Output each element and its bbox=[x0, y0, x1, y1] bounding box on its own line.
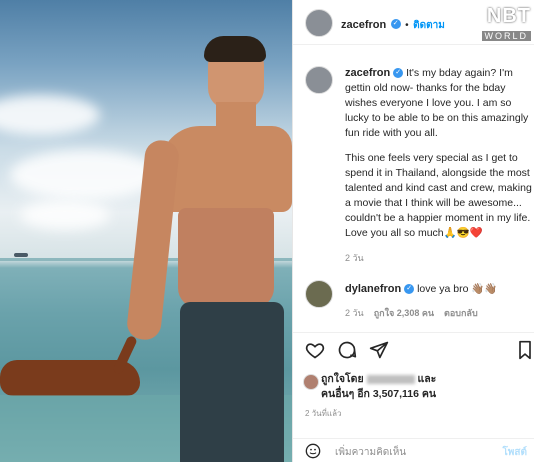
comment-time: 2 วัน bbox=[345, 308, 364, 318]
caption: zacefron ✓ It's my bday again? I'm getti… bbox=[345, 66, 533, 266]
nbt-world-logo: NBT WORLD bbox=[481, 5, 531, 44]
person bbox=[125, 36, 292, 462]
post-panel: zacefron ✓ • ติดตาม NBT WORLD zacefron ✓… bbox=[292, 0, 534, 462]
caption-time: 2 วัน bbox=[345, 253, 364, 263]
comment-text: love ya bro 👋🏽👋🏽 bbox=[417, 283, 498, 295]
likes-summary: ถูกใจโดย และ คนอื่นๆ อีก 3,507,116 คน 2 … bbox=[305, 372, 534, 421]
share-icon[interactable] bbox=[369, 340, 389, 360]
post-photo[interactable] bbox=[0, 0, 292, 462]
comment-avatar[interactable] bbox=[305, 280, 333, 308]
action-bar bbox=[303, 340, 531, 364]
comment-bar: เพิ่มความคิดเห็น โพสต์ bbox=[293, 438, 534, 463]
comment-likes[interactable]: ถูกใจ 2,308 คน bbox=[374, 308, 434, 318]
separator: • bbox=[405, 20, 409, 31]
liker-avatar bbox=[303, 374, 319, 390]
liked-by-label: ถูกใจโดย bbox=[321, 373, 364, 385]
caption-avatar[interactable] bbox=[305, 66, 333, 94]
boat bbox=[14, 253, 28, 257]
heart-icon[interactable] bbox=[305, 340, 325, 360]
blurred-username bbox=[366, 374, 415, 384]
comment-meta: 2 วัน ถูกใจ 2,308 คน ตอบกลับ bbox=[345, 306, 478, 320]
post-comment-button[interactable]: โพสต์ bbox=[502, 445, 527, 460]
logo-sub: WORLD bbox=[481, 31, 531, 41]
cloud bbox=[20, 200, 110, 230]
bookmark-icon[interactable] bbox=[517, 340, 533, 360]
post-header: zacefron ✓ • ติดตาม NBT WORLD bbox=[293, 0, 534, 45]
post-date: 2 วันที่แล้ว bbox=[305, 409, 342, 418]
comment-icon[interactable] bbox=[337, 340, 357, 360]
add-comment-input[interactable]: เพิ่มความคิดเห็น bbox=[335, 445, 406, 460]
emoji-icon[interactable] bbox=[305, 443, 321, 459]
logo-brand: NBT bbox=[486, 5, 531, 27]
verified-icon: ✓ bbox=[393, 68, 404, 79]
caption-text-2: This one feels very special as I get to … bbox=[345, 152, 532, 239]
follow-button[interactable]: ติดตาม bbox=[413, 20, 445, 31]
comment-username[interactable]: dylanefron bbox=[345, 283, 401, 295]
divider bbox=[293, 332, 534, 333]
avatar[interactable] bbox=[305, 9, 333, 37]
comment: dylanefron ✓ love ya bro 👋🏽👋🏽 bbox=[345, 282, 525, 295]
caption-username[interactable]: zacefron bbox=[345, 67, 390, 79]
likes-and: และ bbox=[417, 373, 437, 385]
header-username[interactable]: zacefron bbox=[341, 19, 386, 31]
likes-count[interactable]: คนอื่นๆ อีก 3,507,116 คน bbox=[321, 387, 534, 402]
verified-icon: ✓ bbox=[390, 18, 401, 29]
reply-button[interactable]: ตอบกลับ bbox=[444, 308, 478, 318]
verified-icon: ✓ bbox=[404, 284, 415, 295]
cloud bbox=[0, 95, 100, 135]
